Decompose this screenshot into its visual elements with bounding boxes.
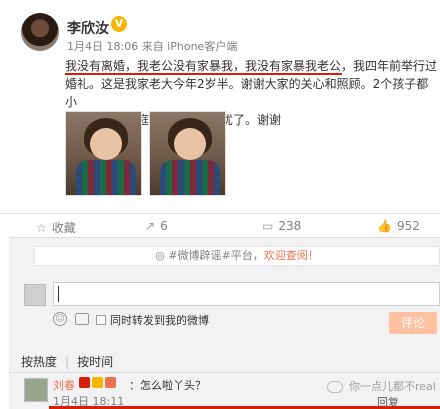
vip-icon bbox=[79, 377, 90, 388]
member-icon bbox=[105, 377, 116, 388]
tab-hot[interactable]: 按热度 bbox=[21, 355, 57, 369]
vip-badge-icon: V bbox=[111, 16, 127, 32]
wechat-icon bbox=[327, 381, 343, 393]
comment-icon: ▭ bbox=[262, 219, 274, 233]
rumor-notice[interactable]: ◎ #微博辟谣#平台，欢迎查阅！ bbox=[34, 246, 440, 266]
notice-link[interactable]: 欢迎查阅！ bbox=[264, 249, 319, 262]
comment-panel: ◎ #微博辟谣#平台，欢迎查阅！ ☺ 同时转发到我的微博 评论 按热度 | 按时间 … bbox=[9, 237, 440, 409]
my-avatar bbox=[24, 284, 46, 306]
level-icon bbox=[92, 377, 103, 388]
collect-label: 收藏 bbox=[51, 221, 76, 235]
forward-count: 6 bbox=[160, 219, 168, 233]
comment-button[interactable]: ▭ 238 bbox=[262, 219, 301, 233]
text-caret bbox=[58, 286, 59, 302]
notice-text: #微博辟谣#平台， bbox=[168, 249, 264, 262]
post-photo-2[interactable] bbox=[149, 111, 226, 196]
post-photo-1[interactable] bbox=[65, 111, 142, 196]
commenter-badges bbox=[79, 377, 118, 389]
divider bbox=[9, 372, 440, 373]
commenter-name[interactable]: 刘春 bbox=[53, 377, 75, 393]
action-bar: ☆ 收藏 ↗ 6 ▭ 238 👍 952 bbox=[0, 213, 440, 237]
comment-input[interactable] bbox=[53, 282, 440, 306]
forward-icon: ↗ bbox=[145, 219, 156, 233]
collect-button[interactable]: ☆ 收藏 bbox=[36, 219, 76, 236]
forward-button[interactable]: ↗ 6 bbox=[145, 219, 168, 233]
commenter-avatar[interactable] bbox=[24, 378, 48, 402]
author-name[interactable]: 李欣汝 bbox=[67, 18, 109, 38]
post-meta: 1月4日 18:06 来自 iPhone客户端 bbox=[67, 40, 238, 53]
content-line: 婚礼。这是我家老大今年2岁半。谢谢大家的关心和照顾。2个孩子都小 bbox=[65, 77, 429, 109]
red-underline bbox=[65, 73, 342, 75]
star-icon: ☆ bbox=[36, 221, 47, 235]
like-button[interactable]: 👍 952 bbox=[377, 219, 420, 233]
submit-comment-button[interactable]: 评论 bbox=[389, 312, 437, 334]
forward-checkbox[interactable] bbox=[96, 315, 106, 325]
weibo-post: 李欣汝 V 1月4日 18:06 来自 iPhone客户端 我没有离婚，我老公没… bbox=[0, 0, 440, 213]
tab-time[interactable]: 按时间 bbox=[77, 355, 113, 369]
like-count: 952 bbox=[396, 219, 420, 233]
watermark: 你一点儿都不real bbox=[327, 378, 436, 394]
watermark-text: 你一点儿都不real bbox=[349, 380, 436, 393]
forward-checkbox-label: 同时转发到我的微博 bbox=[110, 314, 209, 327]
image-icon[interactable] bbox=[75, 313, 89, 325]
comment-count: 238 bbox=[278, 219, 302, 233]
sort-tabs: 按热度 | 按时间 bbox=[21, 355, 114, 369]
notice-bubble-icon: ◎ bbox=[155, 249, 169, 262]
emoji-icon[interactable]: ☺ bbox=[53, 312, 67, 326]
author-avatar[interactable] bbox=[21, 13, 59, 51]
comment-text: ：怎么啦丫头？ bbox=[129, 379, 206, 392]
thumb-up-icon: 👍 bbox=[377, 219, 392, 233]
